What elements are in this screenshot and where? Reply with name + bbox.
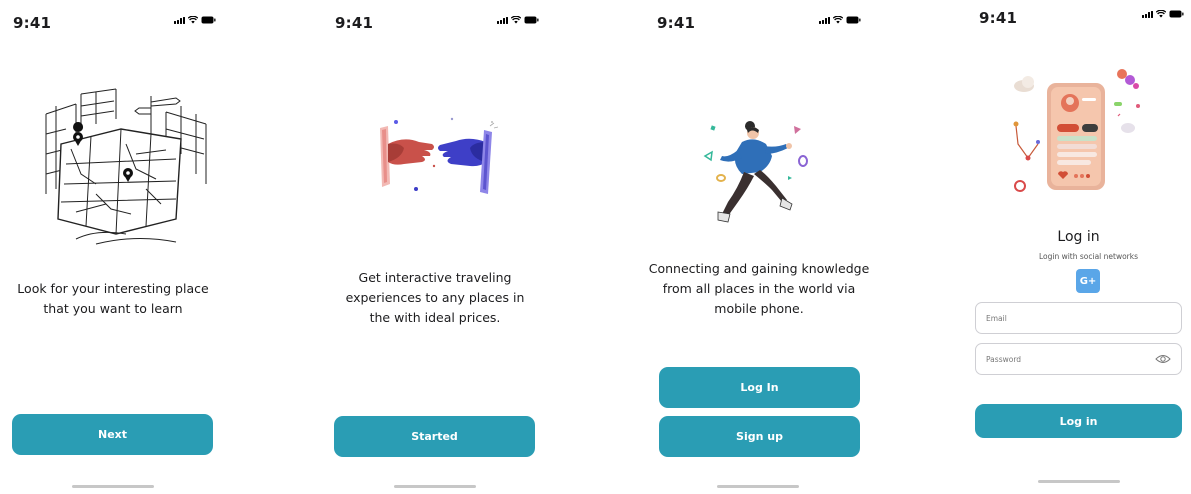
email-field[interactable]: Email — [975, 302, 1182, 334]
home-indicator — [394, 485, 476, 488]
home-indicator — [72, 485, 154, 488]
handshake-phones-illustration — [380, 117, 499, 194]
phone-profile-illustration — [1013, 69, 1140, 192]
wifi-icon — [511, 16, 521, 24]
wifi-icon — [833, 16, 843, 24]
caption-line: Connecting and gaining knowledge — [648, 261, 870, 276]
status-icons — [1142, 10, 1184, 18]
caption-line: that you want to learn — [43, 301, 183, 316]
status-time: 9:41 — [979, 9, 1018, 27]
password-placeholder: Password — [986, 354, 1022, 364]
running-woman-illustration — [703, 121, 808, 223]
status-icons — [174, 16, 216, 24]
onboarding-screen-1: 9:41 Look for your interesting place tha… — [0, 0, 226, 494]
login-subtitle: Login with social networks — [1038, 252, 1139, 261]
status-icons — [497, 16, 539, 24]
signal-icon — [1142, 10, 1153, 18]
battery-icon — [524, 16, 539, 24]
started-button[interactable]: Started — [334, 416, 535, 457]
onboarding-screen-2: 9:41 Get interactive traveling experienc… — [322, 0, 548, 494]
login-title: Log in — [1057, 229, 1100, 245]
google-plus-icon[interactable]: G+ — [1076, 269, 1100, 293]
password-field[interactable]: Password — [975, 343, 1182, 375]
signal-icon — [819, 16, 830, 24]
signal-icon — [174, 16, 185, 24]
caption-line: the with ideal prices. — [369, 310, 501, 325]
eye-icon[interactable] — [1155, 353, 1171, 367]
caption-line: from all places in the world via — [662, 281, 856, 296]
caption-line: Get interactive traveling — [358, 270, 512, 285]
login-screen: 9:41 Log in Login with social networks G… — [966, 0, 1191, 494]
onboarding-caption: Get interactive traveling experiences to… — [322, 268, 548, 328]
email-placeholder: Email — [986, 313, 1007, 323]
battery-icon — [846, 16, 861, 24]
battery-icon — [201, 16, 216, 24]
wifi-icon — [1156, 10, 1166, 18]
status-time: 9:41 — [657, 14, 696, 32]
wifi-icon — [188, 16, 198, 24]
onboarding-screen-3: 9:41 Connecting and gaining knowledge fr… — [644, 0, 874, 494]
home-indicator — [1038, 480, 1120, 483]
status-time: 9:41 — [13, 14, 52, 32]
signal-icon — [497, 16, 508, 24]
next-button[interactable]: Next — [12, 414, 213, 455]
caption-line: Look for your interesting place — [17, 281, 209, 296]
battery-icon — [1169, 10, 1184, 18]
onboarding-caption: Look for your interesting place that you… — [0, 279, 226, 319]
city-map-illustration — [45, 88, 207, 245]
log-in-submit-button[interactable]: Log in — [975, 404, 1182, 438]
home-indicator — [717, 485, 799, 488]
status-icons — [819, 16, 861, 24]
onboarding-caption: Connecting and gaining knowledge from al… — [644, 259, 874, 319]
log-in-button[interactable]: Log In — [659, 367, 860, 408]
status-time: 9:41 — [335, 14, 374, 32]
sign-up-button[interactable]: Sign up — [659, 416, 860, 457]
caption-line: mobile phone. — [714, 301, 804, 316]
caption-line: experiences to any places in — [345, 290, 525, 305]
